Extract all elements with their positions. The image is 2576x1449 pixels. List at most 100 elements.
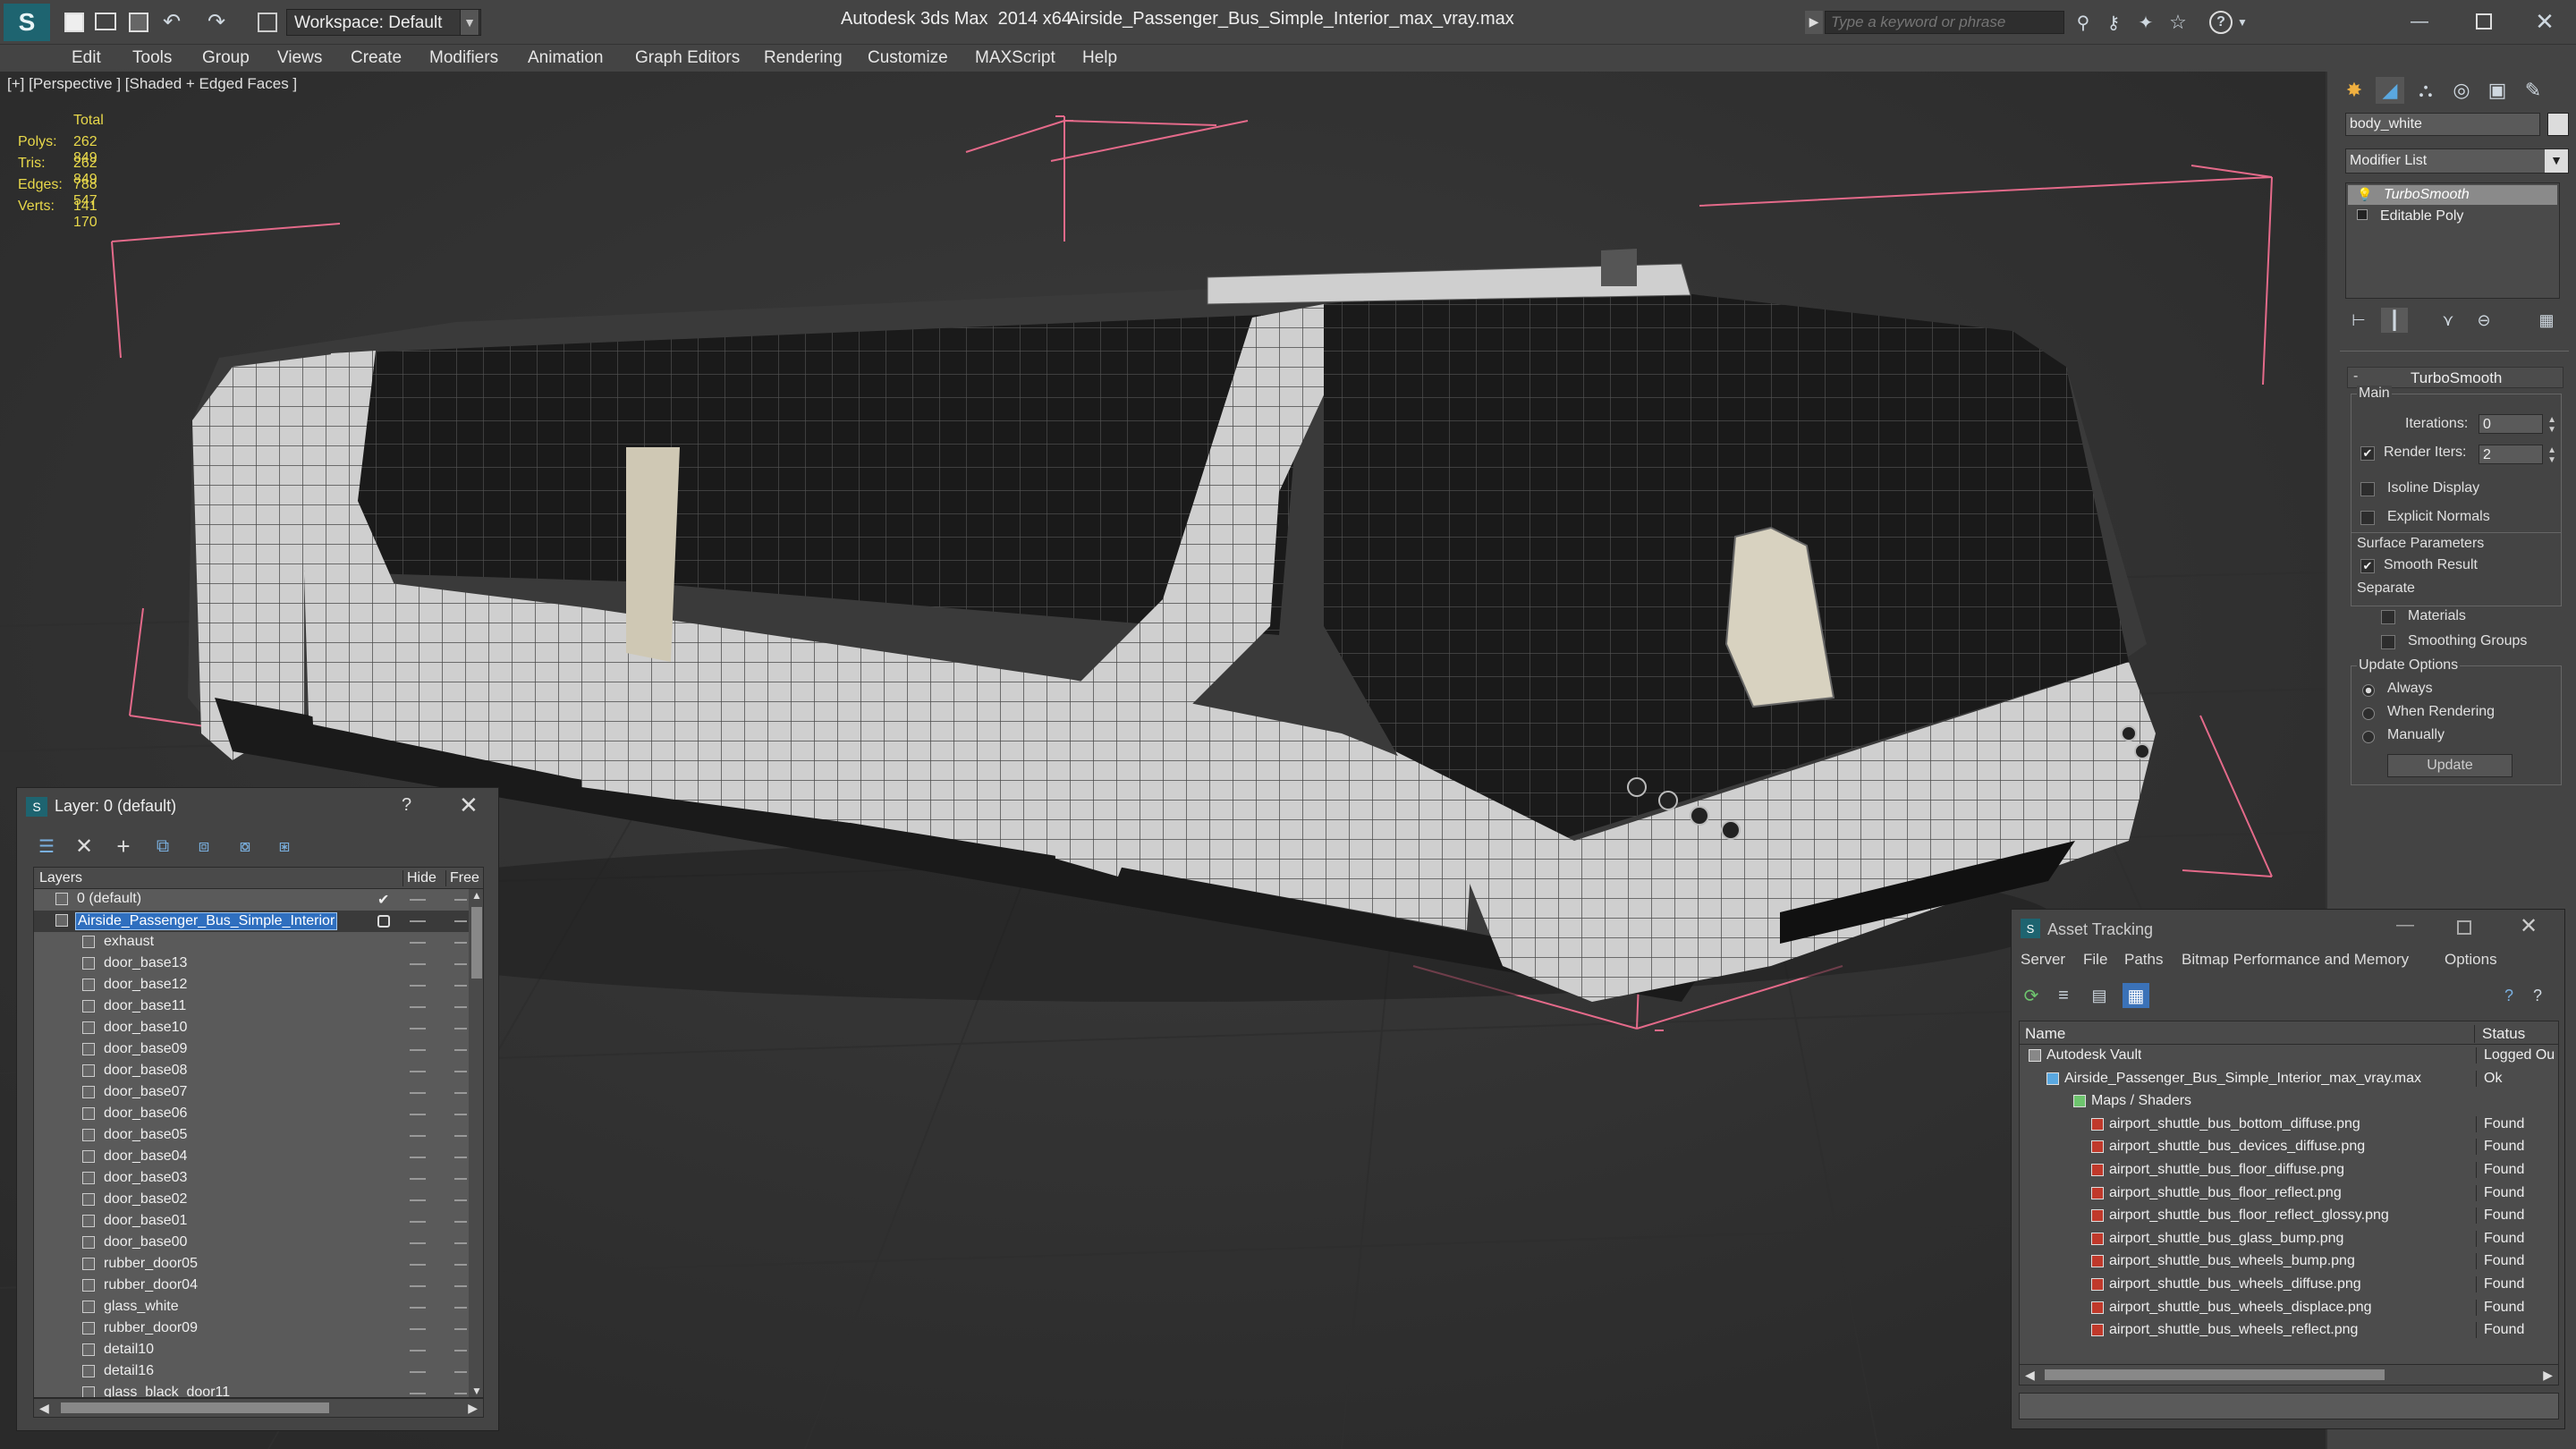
- freeze-toggle[interactable]: [454, 1135, 467, 1137]
- asset-row[interactable]: airport_shuttle_bus_wheels_displace.png F…: [2020, 1297, 2556, 1319]
- freeze-toggle[interactable]: [454, 1285, 467, 1287]
- layer-row[interactable]: 0 (default) ✔: [34, 889, 469, 911]
- maximize-icon[interactable]: [2462, 5, 2506, 38]
- asset-table-hscrollbar[interactable]: ◀ ▶: [2019, 1364, 2559, 1385]
- layer-row[interactable]: door_base08: [34, 1061, 469, 1082]
- layer-row[interactable]: door_base01: [34, 1211, 469, 1233]
- stack-item-turbosmooth[interactable]: 💡 TurboSmooth: [2348, 185, 2557, 205]
- help-icon[interactable]: ?: [2209, 11, 2233, 34]
- layer-row[interactable]: glass_white: [34, 1297, 469, 1318]
- menu-customize[interactable]: Customize: [868, 48, 948, 68]
- layer-row[interactable]: detail10: [34, 1340, 469, 1361]
- maximize-icon[interactable]: [2457, 920, 2471, 935]
- freeze-toggle[interactable]: [454, 1092, 467, 1094]
- close-icon[interactable]: ✕: [459, 792, 479, 819]
- col-header-layers[interactable]: Layers: [39, 870, 82, 886]
- highlight-layer-icon[interactable]: ⧇: [232, 833, 258, 860]
- save-icon[interactable]: [129, 13, 148, 32]
- hide-toggle[interactable]: [410, 963, 426, 965]
- asset-row[interactable]: airport_shuttle_bus_glass_bump.png Found: [2020, 1228, 2556, 1250]
- asset-table[interactable]: Name Status Autodesk Vault Logged Ou Airsi…: [2019, 1021, 2559, 1385]
- layer-row[interactable]: door_base11: [34, 996, 469, 1018]
- create-tab-icon[interactable]: ✸: [2340, 77, 2368, 104]
- table-view-icon[interactable]: ▤: [2087, 983, 2112, 1008]
- smoothing-groups-checkbox[interactable]: [2381, 635, 2395, 649]
- layer-row[interactable]: glass_black_door11: [34, 1383, 469, 1397]
- layer-dialog-titlebar[interactable]: S Layer: 0 (default) ? ✕: [17, 788, 498, 826]
- close-icon[interactable]: ✕: [2522, 5, 2567, 38]
- hide-toggle[interactable]: [410, 1350, 426, 1352]
- layer-row[interactable]: door_base05: [34, 1125, 469, 1147]
- key-icon[interactable]: ⚷: [2102, 11, 2125, 34]
- freeze-toggle[interactable]: [454, 1307, 467, 1309]
- scroll-right-icon[interactable]: ▶: [2543, 1368, 2553, 1383]
- layer-row[interactable]: exhaust: [34, 932, 469, 953]
- freeze-toggle[interactable]: [454, 963, 467, 965]
- asset-row[interactable]: airport_shuttle_bus_wheels_diffuse.png Fo…: [2020, 1274, 2556, 1296]
- hide-all-icon[interactable]: ⧆: [271, 833, 298, 860]
- binoculars-icon[interactable]: ⚲: [2072, 11, 2095, 34]
- freeze-toggle[interactable]: [454, 942, 467, 944]
- asset-path-field[interactable]: [2019, 1393, 2559, 1419]
- freeze-toggle[interactable]: [454, 1006, 467, 1008]
- modify-tab-icon[interactable]: ◢: [2376, 77, 2404, 104]
- asset-menu-options[interactable]: Options: [2445, 951, 2497, 969]
- layer-list[interactable]: Layers Hide Free 0 (default) ✔ Airside_Pas…: [33, 867, 484, 1398]
- scroll-up-icon[interactable]: ▲: [471, 889, 482, 902]
- hide-toggle[interactable]: [410, 1135, 426, 1137]
- make-unique-icon[interactable]: ⋎: [2435, 308, 2462, 333]
- show-end-result-icon[interactable]: ┃: [2381, 308, 2408, 333]
- hide-toggle[interactable]: [410, 920, 426, 922]
- col-header-status[interactable]: Status: [2474, 1025, 2525, 1043]
- asset-tracking-titlebar[interactable]: S Asset Tracking — ✕: [2012, 910, 2564, 947]
- hide-toggle[interactable]: [410, 1242, 426, 1244]
- scroll-thumb[interactable]: [2045, 1369, 2385, 1380]
- scroll-left-icon[interactable]: ◀: [39, 1401, 49, 1416]
- asset-menu-bitmap[interactable]: Bitmap Performance and Memory: [2182, 951, 2409, 969]
- object-name-field[interactable]: [2345, 113, 2540, 136]
- hide-toggle[interactable]: [410, 1371, 426, 1373]
- menu-tools[interactable]: Tools: [132, 48, 172, 68]
- freeze-toggle[interactable]: [454, 1264, 467, 1266]
- menu-views[interactable]: Views: [277, 48, 322, 68]
- new-file-icon[interactable]: [64, 13, 84, 32]
- menu-maxscript[interactable]: MAXScript: [975, 48, 1055, 68]
- col-header-hide[interactable]: Hide: [402, 870, 436, 886]
- redo-icon[interactable]: ↷: [204, 9, 229, 34]
- freeze-toggle[interactable]: [454, 1114, 467, 1115]
- minimize-icon[interactable]: —: [2397, 5, 2442, 38]
- freeze-toggle[interactable]: [454, 985, 467, 987]
- app-logo[interactable]: S: [4, 4, 50, 41]
- modifier-stack[interactable]: 💡 TurboSmooth Editable Poly: [2345, 182, 2560, 299]
- help-icon[interactable]: ?: [402, 795, 411, 816]
- hide-toggle[interactable]: [410, 1028, 426, 1030]
- project-icon[interactable]: [258, 13, 277, 32]
- scroll-thumb[interactable]: [471, 907, 482, 979]
- layer-row[interactable]: door_base02: [34, 1190, 469, 1211]
- menu-create[interactable]: Create: [351, 48, 402, 68]
- asset-row[interactable]: airport_shuttle_bus_wheels_reflect.png Fo…: [2020, 1319, 2556, 1342]
- hide-toggle[interactable]: [410, 1328, 426, 1330]
- menu-modifiers[interactable]: Modifiers: [429, 48, 498, 68]
- utilities-tab-icon[interactable]: ✎: [2519, 77, 2547, 104]
- isoline-display-checkbox[interactable]: [2360, 482, 2375, 496]
- layer-row[interactable]: Airside_Passenger_Bus_Simple_Interior: [34, 911, 469, 932]
- hide-toggle[interactable]: [410, 899, 426, 901]
- search-expand-arrow[interactable]: ▶: [1805, 11, 1823, 34]
- freeze-toggle[interactable]: [454, 899, 467, 901]
- configure-sets-icon[interactable]: ▦: [2533, 308, 2560, 333]
- asset-menu-server[interactable]: Server: [2021, 951, 2065, 969]
- freeze-toggle[interactable]: [454, 1049, 467, 1051]
- layer-list-vscrollbar[interactable]: ▲ ▼: [469, 889, 483, 1397]
- layer-row[interactable]: door_base10: [34, 1018, 469, 1039]
- stack-item-editable-poly[interactable]: Editable Poly: [2348, 207, 2557, 226]
- freeze-toggle[interactable]: [454, 1157, 467, 1158]
- select-objects-icon[interactable]: ⧈: [191, 833, 217, 860]
- undo-icon[interactable]: ↶: [159, 9, 184, 34]
- hide-toggle[interactable]: [410, 1307, 426, 1309]
- viewport-label[interactable]: [+] [Perspective ] [Shaded + Edged Faces…: [7, 75, 297, 93]
- workspace-dropdown-arrow[interactable]: ▼: [460, 9, 479, 36]
- freeze-toggle[interactable]: [454, 1350, 467, 1352]
- close-icon[interactable]: ✕: [2520, 913, 2538, 939]
- help-dropdown-icon[interactable]: ▼: [2236, 13, 2249, 32]
